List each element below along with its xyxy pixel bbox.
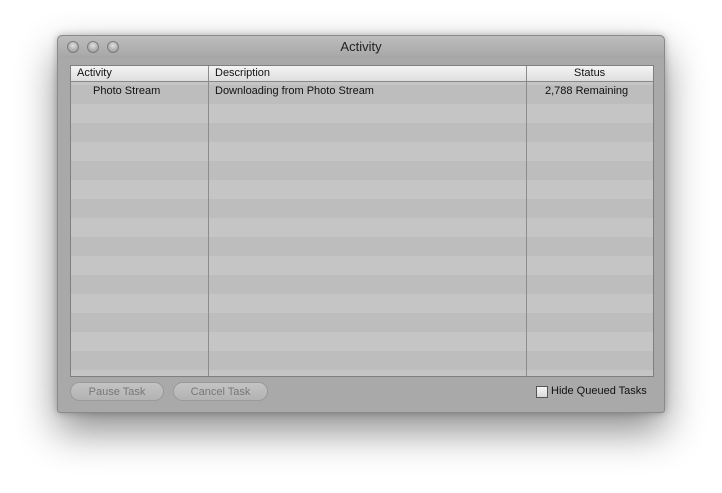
column-header-activity[interactable]: Activity [77, 67, 112, 79]
table-row[interactable]: Photo Stream Downloading from Photo Stre… [71, 82, 653, 101]
title-bar[interactable]: Activity [58, 36, 664, 58]
window-title: Activity [340, 39, 382, 54]
row-activity: Photo Stream [93, 85, 161, 97]
pause-task-button[interactable]: Pause Task [70, 382, 164, 401]
hide-queued-label[interactable]: Hide Queued Tasks [551, 385, 647, 397]
table-header: Activity Description Status [71, 66, 653, 82]
activity-window: Activity Activity Description Status Pho… [57, 35, 665, 413]
row-description: Downloading from Photo Stream [215, 85, 374, 97]
row-status: 2,788 Remaining [545, 85, 629, 97]
hide-queued-checkbox[interactable] [536, 386, 548, 398]
column-header-description[interactable]: Description [215, 67, 270, 79]
column-header-status[interactable]: Status [574, 67, 605, 79]
column-divider[interactable] [208, 66, 209, 376]
activity-table[interactable]: Activity Description Status Photo Stream… [70, 65, 654, 377]
cancel-task-button[interactable]: Cancel Task [173, 382, 268, 401]
column-divider[interactable] [526, 66, 527, 376]
